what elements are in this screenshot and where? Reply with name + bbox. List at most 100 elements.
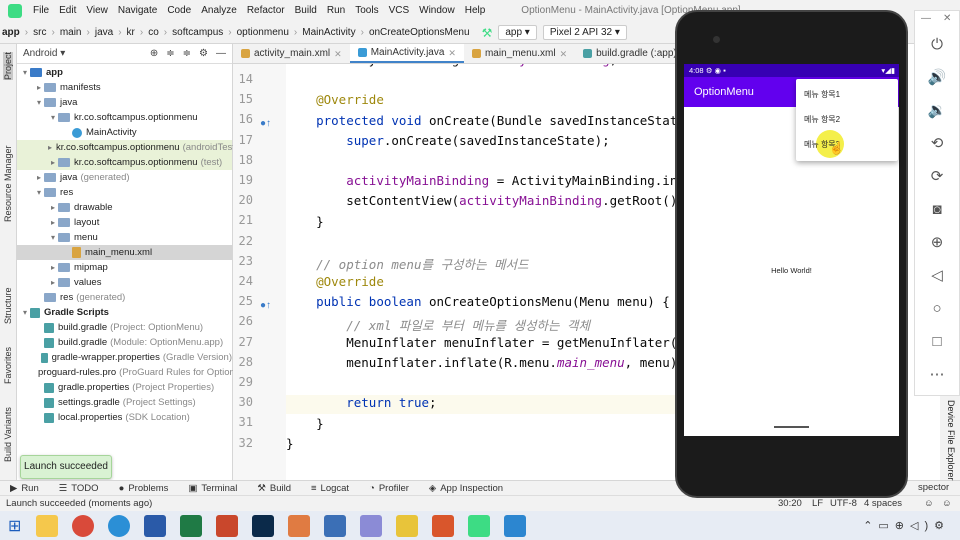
line-separator[interactable]: LF [812,496,823,511]
breadcrumb-main[interactable]: main [58,27,84,38]
breadcrumb-softcampus[interactable]: softcampus [170,27,225,38]
expand-arrow-icon[interactable]: ▾ [34,185,44,200]
tree-item[interactable]: build.gradle (Project: OptionMenu) [17,320,232,335]
menu-item-3[interactable]: 메뉴 항목3 ☝ [796,130,898,158]
rotate-left-icon[interactable]: ⟲ [926,133,948,155]
cursor-position[interactable]: 30:20 [778,496,802,511]
close-tab-icon[interactable]: ✕ [334,44,342,63]
tool-profiler[interactable]: ◔ Profiler [359,483,419,494]
power-icon[interactable]: ⏻ [926,34,948,56]
tree-item[interactable]: ▾ kr.co.softcampus.optionmenu [17,110,232,125]
android-studio-icon[interactable] [468,514,491,537]
close-icon[interactable]: ✕ [943,13,951,24]
menu-navigate[interactable]: Navigate [113,0,162,22]
back-icon[interactable]: ◁ [926,265,948,287]
menu-view[interactable]: View [81,0,113,22]
tree-item[interactable]: local.properties (SDK Location) [17,410,232,425]
menu-analyze[interactable]: Analyze [196,0,242,22]
indent-setting[interactable]: 4 spaces [864,496,902,511]
tool-build[interactable]: ⚒ Build [247,483,301,494]
run-config-dropdown[interactable]: app ▾ [498,25,537,40]
tree-item[interactable]: ▸ values [17,275,232,290]
breadcrumb-java[interactable]: java [93,27,115,38]
locate-icon[interactable]: ⊕ [150,48,158,59]
expand-arrow-icon[interactable]: ▸ [48,275,58,290]
breadcrumb-app[interactable]: app [0,27,22,38]
expand-arrow-icon[interactable]: ▾ [48,230,58,245]
code-editor[interactable]: ActivityMainBinding activityMainBinding;… [286,64,675,480]
tree-item[interactable]: build.gradle (Module: OptionMenu.app) [17,335,232,350]
menu-file[interactable]: File [28,0,54,22]
rotate-right-icon[interactable]: ⟳ [926,166,948,188]
tool-run[interactable]: ▶ Run [0,483,49,494]
tool-project[interactable]: Project [3,51,13,80]
smile-icon[interactable]: ☺ [942,496,952,511]
override-marker-icon[interactable]: ●↑ [260,300,271,311]
system-tray-icon[interactable]: ⌃▭⊕◁)⚙ [863,519,950,532]
view-mode-dropdown[interactable]: Android ▾ [23,48,65,59]
expand-arrow-icon[interactable]: ▾ [20,305,30,320]
breadcrumb-src[interactable]: src [31,27,48,38]
snipping-icon[interactable] [360,514,383,537]
explorer-icon[interactable] [36,514,59,537]
menu-vcs[interactable]: VCS [384,0,415,22]
tree-item[interactable]: ▾ app [17,65,232,80]
close-tab-icon[interactable]: ✕ [560,44,568,63]
tool-resource-manager[interactable]: Resource Manager [3,145,13,222]
tree-item[interactable]: MainActivity [17,125,232,140]
home-icon[interactable]: ○ [926,298,948,320]
tree-item[interactable]: gradle-wrapper.properties (Gradle Version… [17,350,232,365]
camera-icon[interactable]: ◙ [926,199,948,221]
expand-arrow-icon[interactable]: ▸ [34,170,44,185]
menu-edit[interactable]: Edit [54,0,81,22]
menu-window[interactable]: Window [414,0,460,22]
device-dropdown[interactable]: Pixel 2 API 32 ▾ [542,25,627,40]
tree-item[interactable]: main_menu.xml [17,245,232,260]
tree-item[interactable]: settings.gradle (Project Settings) [17,395,232,410]
expand-arrow-icon[interactable]: ▸ [48,200,58,215]
tool-device-file-explorer[interactable]: Device File Explorer [946,400,956,481]
tree-item[interactable]: ▸ mipmap [17,260,232,275]
breadcrumb-method[interactable]: onCreateOptionsMenu [367,27,472,38]
tree-item[interactable]: ▸ manifests [17,80,232,95]
volume-up-icon[interactable]: 🔊 [926,67,948,89]
zoom-icon[interactable]: ⊕ [926,232,948,254]
tool-problems[interactable]: ● Problems [109,483,179,494]
menu-tools[interactable]: Tools [350,0,383,22]
collapse-icon[interactable]: ≑ [166,48,174,59]
breadcrumb-optionmenu[interactable]: optionmenu [235,27,291,38]
word-icon[interactable] [144,514,167,537]
powerpoint-icon[interactable] [216,514,239,537]
emulator-icon[interactable] [504,514,527,537]
emulator-screen[interactable]: 4:08 ⚙ ◉ ▪ ▾◢▮ OptionMenu Hello World! 메뉴… [684,64,899,436]
office-icon[interactable] [432,514,455,537]
smile-icon[interactable]: ☺ [924,496,934,511]
tree-item[interactable]: proguard-rules.pro (ProGuard Rules for Op… [17,365,262,380]
tree-item[interactable]: ▾ menu [17,230,232,245]
hide-icon[interactable]: — [216,48,226,59]
tool-app-inspection[interactable]: ◈ App Inspection [419,483,513,494]
tree-item[interactable]: gradle.properties (Project Properties) [17,380,232,395]
gear-icon[interactable]: ⚙ [199,48,208,59]
tree-item[interactable]: ▾ res [17,185,232,200]
expand-arrow-icon[interactable]: ▾ [48,110,58,125]
tree-item[interactable]: ▸ drawable [17,200,232,215]
tree-item[interactable]: ▸ kr.co.softcampus.optionmenu (test) [17,155,232,170]
tree-item[interactable]: res (generated) [17,290,232,305]
start-icon[interactable]: ⊞ [8,516,21,536]
editor-tab[interactable]: activity_main.xml ✕ [233,44,350,63]
override-marker-icon[interactable]: ●↑ [260,118,271,129]
tool-terminal[interactable]: ▣ Terminal [178,483,247,494]
menu-item-2[interactable]: 메뉴 항목2 [796,107,898,132]
expand-arrow-icon[interactable]: ▸ [34,80,44,95]
edge-icon[interactable] [108,514,131,537]
close-tab-icon[interactable]: ✕ [448,44,456,63]
tool-build-variants[interactable]: Build Variants [3,407,13,462]
expand-arrow-icon[interactable]: ▸ [48,155,58,170]
tool-structure[interactable]: Structure [3,287,13,324]
expand-icon[interactable]: ≑ [183,48,191,59]
tool-logcat[interactable]: ≡ Logcat [301,483,359,494]
volume-down-icon[interactable]: 🔉 [926,100,948,122]
tree-item[interactable]: ▸ layout [17,215,232,230]
paint-icon[interactable] [288,514,311,537]
